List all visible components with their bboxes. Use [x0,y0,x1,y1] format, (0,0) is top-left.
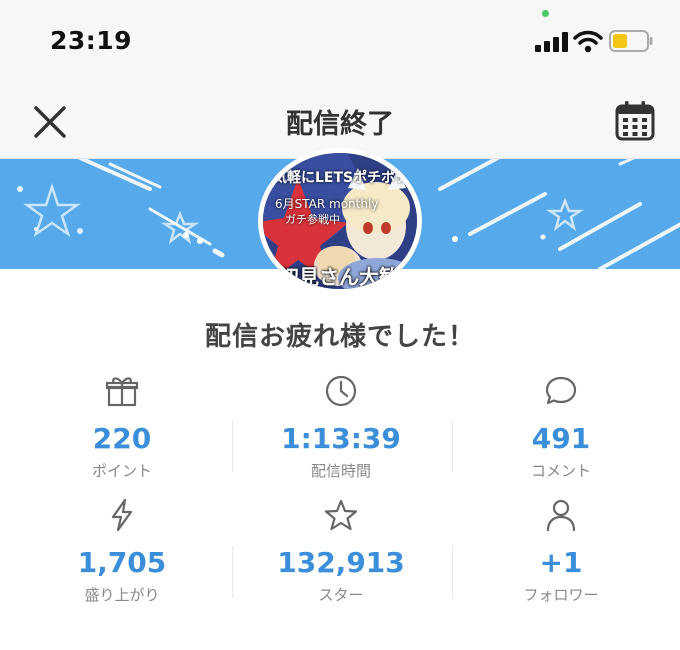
avatar-caption-top: 気軽にLETSポチポチ [273,170,410,186]
close-icon [34,106,66,138]
stat-label: コメント [530,462,591,480]
stat-points: 220 ポイント [9,374,235,481]
stat-label: 盛り上がり [84,586,160,604]
status-time: 23:19 [50,26,133,55]
stat-value: 220 [92,422,152,455]
comment-icon [545,376,577,405]
stat-value: 491 [531,422,591,455]
lightning-icon [111,498,133,532]
page-title: 配信終了 [286,109,394,140]
stat-value: 1,705 [77,546,167,579]
avatar-caption-mid2: ガチ参戦中 [285,213,340,226]
star-icon [324,499,358,531]
clock-icon [325,375,357,407]
battery-icon [609,30,653,52]
privacy-indicator-dot [542,10,549,17]
stat-followers: +1 フォロワー [448,498,674,605]
cellular-signal-icon [535,32,568,52]
streamer-avatar: 気軽にLETSポチポチ 6月STAR monthly ガチ参戦中 初見さん大歓迎 [258,148,422,294]
wifi-icon [573,30,603,53]
close-button[interactable] [28,100,72,144]
person-icon [546,499,576,532]
stat-excitement: 1,705 盛り上がり [9,498,235,605]
stat-comments: 491 コメント [448,374,674,481]
avatar-caption-mid: 6月STAR monthly [275,197,379,211]
stat-value: 132,913 [277,546,405,579]
avatar-caption-bottom: 初見さん大歓迎 [279,265,419,289]
stat-value: +1 [539,546,583,579]
stat-value: 1:13:39 [281,422,401,455]
stat-label: 配信時間 [310,462,371,480]
completion-message: 配信お疲れ様でした！ [204,322,475,352]
stat-stream-time: 1:13:39 配信時間 [228,374,454,481]
stat-label: ポイント [91,462,152,480]
stat-label: スター [318,586,364,604]
stat-label: フォロワー [523,586,599,604]
calendar-button[interactable] [610,96,660,146]
status-bar: 23:19 [0,0,680,80]
stat-stars: 132,913 スター [228,498,454,605]
calendar-icon [615,101,655,141]
gift-icon [105,377,139,407]
